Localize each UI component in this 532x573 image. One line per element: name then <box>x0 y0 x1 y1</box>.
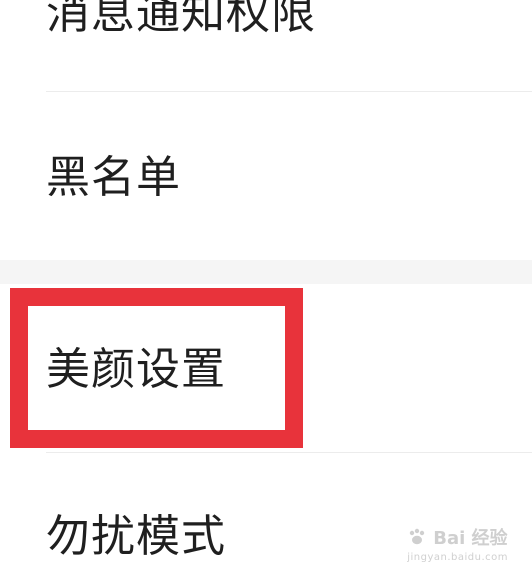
settings-item-label: 黑名单 <box>46 152 181 203</box>
settings-item-label: 勿扰模式 <box>46 511 226 562</box>
watermark-logo: Bai 经验 <box>407 524 508 550</box>
section-divider <box>0 260 532 284</box>
watermark-brand: Bai 经验 <box>433 528 508 549</box>
watermark-url: jingyan.baidu.com <box>407 552 508 563</box>
settings-item-beauty[interactable]: 美颜设置 <box>0 284 532 452</box>
watermark: Bai 经验 jingyan.baidu.com <box>407 524 508 563</box>
settings-item-label: 消息通知权限 <box>46 0 316 39</box>
settings-item-label: 美颜设置 <box>46 344 226 395</box>
paw-icon <box>410 528 425 545</box>
settings-screen: 消息通知权限 黑名单 美颜设置 勿扰模式 Bai 经验 jingyan.baid… <box>0 0 532 573</box>
settings-item-blacklist[interactable]: 黑名单 <box>0 92 532 260</box>
settings-item-notification-permission[interactable]: 消息通知权限 <box>0 0 532 92</box>
